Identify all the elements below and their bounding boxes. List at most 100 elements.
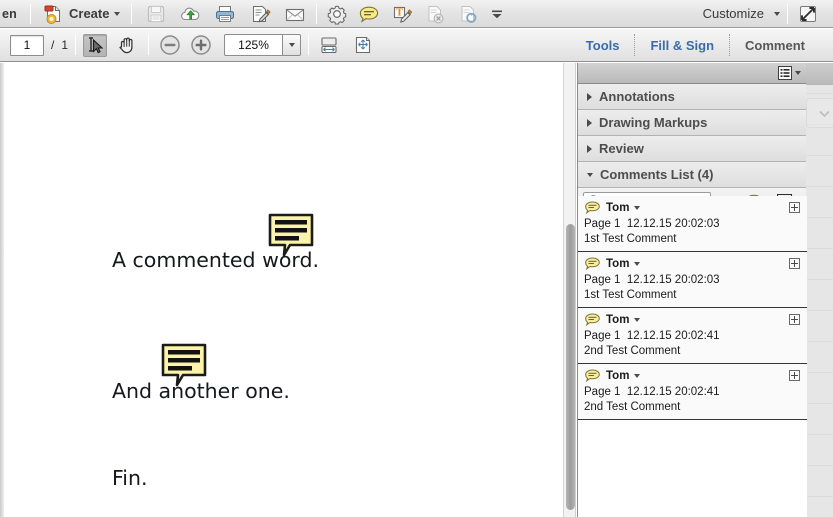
email-icon	[283, 3, 307, 25]
document-view[interactable]: A commented word. And another one. Fin.	[0, 63, 563, 517]
chevron-down-icon	[587, 173, 593, 177]
document-line-3: Fin.	[112, 466, 148, 490]
comment-author: Tom	[606, 370, 629, 382]
save-icon	[145, 3, 167, 25]
sticky-note-marker[interactable]	[267, 213, 315, 262]
chevron-down-icon[interactable]	[795, 71, 801, 75]
zoom-out-icon	[158, 33, 182, 57]
comment-page: Page 1	[584, 274, 620, 286]
comment-list-item[interactable]: Tom Page 1 12.12.15 20:02:41 2nd Test Co…	[578, 308, 807, 364]
expand-comment-button[interactable]	[789, 370, 800, 381]
comment-page: Page 1	[584, 386, 620, 398]
sidebar-item-label: Review	[599, 141, 644, 156]
expand-window-button[interactable]	[795, 2, 821, 26]
comment-text: 2nd Test Comment	[584, 345, 801, 357]
toolbar-separator	[30, 4, 31, 24]
chevron-down-icon[interactable]	[774, 12, 780, 16]
zoom-out-button[interactable]	[156, 33, 184, 57]
comment-list-item[interactable]: Tom Page 1 12.12.15 20:02:41 2nd Test Co…	[578, 364, 807, 420]
tab-fill-and-sign[interactable]: Fill & Sign	[644, 38, 720, 53]
page-number-input[interactable]: 1	[10, 35, 44, 56]
remove-document-button	[421, 2, 449, 26]
scrollbar-thumb[interactable]	[566, 224, 575, 510]
svg-text:T: T	[397, 8, 404, 18]
hand-tool-button[interactable]	[113, 33, 141, 57]
chevron-down-icon[interactable]	[634, 206, 640, 210]
edit-text-button[interactable]: T	[388, 2, 416, 26]
chevron-down-icon[interactable]	[634, 262, 640, 266]
sidebar-item-label: Comments List (4)	[600, 167, 713, 182]
sidebar-item-review[interactable]: Review	[578, 136, 806, 162]
sidebar-item-comments-list[interactable]: Comments List (4)	[578, 162, 806, 188]
list-view-icon[interactable]	[778, 66, 792, 80]
comment-text: 1st Test Comment	[584, 233, 801, 245]
comments-list-empty-area[interactable]	[578, 420, 807, 517]
fit-width-button[interactable]	[316, 33, 342, 57]
comment-bubble-icon	[357, 3, 381, 25]
sidebar-item-drawing-markups[interactable]: Drawing Markups	[578, 110, 806, 136]
select-cursor-icon	[85, 36, 105, 54]
create-pdf-icon	[42, 3, 64, 25]
fit-page-button[interactable]	[350, 33, 376, 57]
chevron-down-icon[interactable]	[634, 374, 640, 378]
create-button[interactable]: Create	[38, 3, 124, 25]
tab-tools[interactable]: Tools	[580, 38, 626, 53]
comment-bubble-icon	[584, 313, 601, 327]
zoom-level-dropdown[interactable]	[282, 34, 301, 56]
chevron-down-icon[interactable]	[634, 318, 640, 322]
expand-comment-button[interactable]	[789, 314, 800, 325]
email-button[interactable]	[281, 2, 309, 26]
sign-document-button[interactable]	[246, 2, 274, 26]
background-dropdown-button[interactable]	[806, 98, 833, 128]
comment-timestamp: 12.12.15 20:02:41	[627, 330, 720, 342]
expand-comment-button[interactable]	[789, 258, 800, 269]
expand-comment-button[interactable]	[789, 202, 800, 213]
document-vertical-scrollbar[interactable]	[563, 63, 576, 517]
expand-window-icon	[797, 3, 819, 25]
more-tools-button[interactable]	[487, 2, 507, 26]
panel-top-bar	[578, 63, 806, 84]
comment-list-item[interactable]: Tom Page 1 12.12.15 20:02:03 1st Test Co…	[578, 196, 807, 252]
zoom-in-icon	[189, 33, 213, 57]
add-comment-button[interactable]	[355, 2, 383, 26]
chevron-double-down-icon	[489, 3, 505, 25]
customize-label[interactable]: Customize	[703, 6, 764, 21]
comment-page: Page 1	[584, 330, 620, 342]
comment-meta: Page 1 12.12.15 20:02:03	[584, 274, 801, 286]
preferences-button[interactable]	[324, 2, 350, 26]
sticky-note-marker[interactable]	[160, 343, 208, 392]
comment-page: Page 1	[584, 218, 620, 230]
tab-comment[interactable]: Comment	[739, 38, 811, 53]
comment-header: Tom	[584, 369, 801, 383]
cloud-upload-button[interactable]	[176, 2, 204, 26]
comment-header: Tom	[584, 257, 801, 271]
chevron-right-icon	[587, 119, 592, 127]
print-button[interactable]	[211, 2, 239, 26]
gear-icon	[326, 3, 348, 25]
open-button-label[interactable]: en	[0, 7, 23, 21]
comment-meta: Page 1 12.12.15 20:02:03	[584, 218, 801, 230]
mode-tabs: Tools Fill & Sign Comment	[580, 29, 833, 61]
comment-header: Tom	[584, 313, 801, 327]
comment-timestamp: 12.12.15 20:02:03	[627, 218, 720, 230]
cloud-upload-icon	[178, 3, 202, 25]
comments-list[interactable]: Tom Page 1 12.12.15 20:02:03 1st Test Co…	[578, 196, 807, 517]
comment-bubble-icon	[584, 369, 601, 383]
toolbar-separator	[75, 35, 76, 55]
sidebar-item-annotations[interactable]: Annotations	[578, 84, 806, 110]
select-tool-button[interactable]	[83, 34, 107, 57]
page-total-label: 1	[61, 38, 68, 52]
chevron-down-icon	[289, 43, 295, 47]
background-window-titlebar	[806, 63, 833, 85]
refresh-document-button	[454, 2, 482, 26]
comment-timestamp: 12.12.15 20:02:41	[627, 386, 720, 398]
zoom-level-input[interactable]: 125%	[224, 34, 282, 56]
text-edit-icon: T	[390, 3, 414, 25]
comment-timestamp: 12.12.15 20:02:03	[627, 274, 720, 286]
sticky-note-icon	[267, 213, 315, 257]
comment-list-item[interactable]: Tom Page 1 12.12.15 20:02:03 1st Test Co…	[578, 252, 807, 308]
chevron-right-icon	[587, 93, 592, 101]
save-button	[143, 2, 169, 26]
comment-author: Tom	[606, 202, 629, 214]
zoom-in-button[interactable]	[187, 33, 215, 57]
